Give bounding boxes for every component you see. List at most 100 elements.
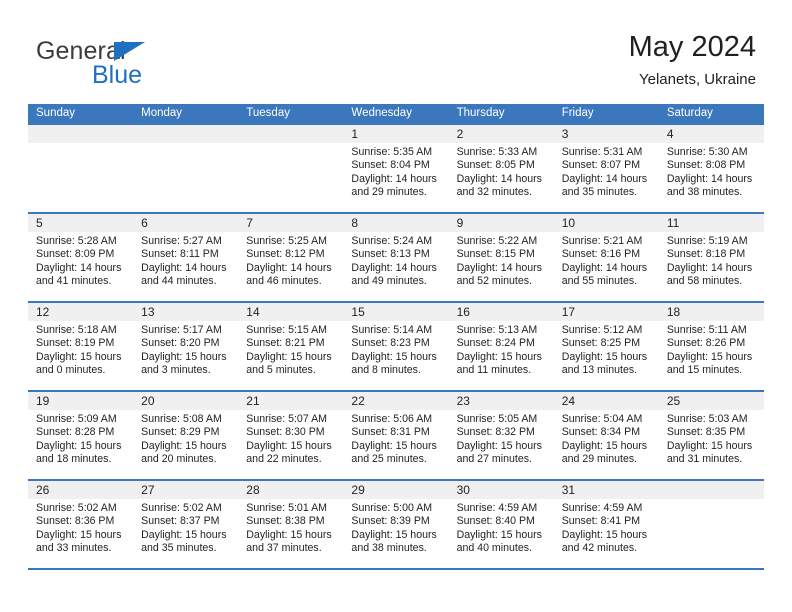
daylight-text-line2: and 8 minutes. [351, 363, 421, 376]
daylight-text-line1: Daylight: 15 hours [246, 528, 332, 541]
sunrise-text: Sunrise: 5:28 AM [36, 235, 117, 247]
calendar-day-cell[interactable]: 30 Sunrise: 4:59 AM Sunset: 8:40 PM Dayligh… [448, 479, 554, 570]
day-cell-details: Sunrise: 5:14 AM Sunset: 8:23 PM Daylight:… [343, 321, 448, 377]
daylight-text-line1: Daylight: 15 hours [456, 350, 542, 363]
day-cell-details: Sunrise: 5:08 AM Sunset: 8:29 PM Daylight:… [133, 410, 238, 466]
day-cell-inner: 3 Sunrise: 5:31 AM Sunset: 8:07 PM Daylight… [553, 125, 659, 212]
daylight-text-line2: and 52 minutes. [456, 274, 532, 287]
calendar-day-cell[interactable]: 27 Sunrise: 5:02 AM Sunset: 8:37 PM Dayligh… [133, 479, 239, 570]
day-cell-inner: 12 Sunrise: 5:18 AM Sunset: 8:19 PM Dayligh… [28, 303, 134, 390]
calendar-day-cell[interactable]: 23 Sunrise: 5:05 AM Sunset: 8:32 PM Dayligh… [448, 390, 554, 480]
day-cell-inner: 28 Sunrise: 5:01 AM Sunset: 8:38 PM Dayligh… [238, 481, 344, 568]
daylight-text-line1: Daylight: 14 hours [456, 172, 542, 185]
daylight-text-line2: and 32 minutes. [456, 185, 532, 198]
calendar-day-cell[interactable]: 3 Sunrise: 5:31 AM Sunset: 8:07 PM Daylight… [553, 123, 659, 213]
calendar-day-cell[interactable]: 29 Sunrise: 5:00 AM Sunset: 8:39 PM Dayligh… [343, 479, 449, 570]
day-number: 26 [28, 481, 134, 499]
sunset-text: Sunset: 8:07 PM [561, 159, 641, 172]
daylight-text-line1: Daylight: 15 hours [36, 350, 122, 363]
day-cell-inner: 9 Sunrise: 5:22 AM Sunset: 8:15 PM Daylight… [448, 214, 554, 301]
day-number [238, 125, 344, 143]
day-number: 14 [238, 303, 344, 321]
day-number: 8 [343, 214, 449, 232]
calendar-day-cell[interactable]: 8 Sunrise: 5:24 AM Sunset: 8:13 PM Daylight… [343, 212, 449, 302]
day-number: 1 [343, 125, 449, 143]
sunrise-text: Sunrise: 5:21 AM [561, 235, 643, 247]
calendar-day-cell[interactable]: 25 Sunrise: 5:03 AM Sunset: 8:35 PM Dayligh… [658, 390, 764, 480]
calendar-day-cell[interactable]: 19 Sunrise: 5:09 AM Sunset: 8:28 PM Dayligh… [28, 390, 134, 480]
daylight-text-line2: and 37 minutes. [246, 541, 322, 554]
calendar-day-cell[interactable]: 18 Sunrise: 5:11 AM Sunset: 8:26 PM Dayligh… [658, 301, 764, 391]
day-header-sunday: Sunday [28, 104, 134, 124]
day-cell-inner: 18 Sunrise: 5:11 AM Sunset: 8:26 PM Dayligh… [658, 303, 764, 390]
calendar-day-cell[interactable]: 21 Sunrise: 5:07 AM Sunset: 8:30 PM Dayligh… [238, 390, 344, 480]
day-cell-details: Sunrise: 5:03 AM Sunset: 8:35 PM Daylight:… [659, 410, 764, 466]
logo[interactable]: General Blue [36, 37, 276, 93]
calendar-day-cell[interactable]: 12 Sunrise: 5:18 AM Sunset: 8:19 PM Dayligh… [28, 301, 134, 391]
daylight-text-line1: Daylight: 14 hours [456, 261, 542, 274]
sunset-text: Sunset: 8:39 PM [351, 515, 430, 528]
calendar-day-cell[interactable]: 20 Sunrise: 5:08 AM Sunset: 8:29 PM Dayligh… [133, 390, 239, 480]
day-number: 10 [553, 214, 659, 232]
day-cell-inner: 14 Sunrise: 5:15 AM Sunset: 8:21 PM Dayligh… [238, 303, 344, 390]
day-number: 28 [238, 481, 344, 499]
daylight-text-line2: and 13 minutes. [561, 363, 638, 376]
calendar-day-cell[interactable]: 10 Sunrise: 5:21 AM Sunset: 8:16 PM Dayligh… [553, 212, 659, 302]
calendar-day-cell[interactable]: 5 Sunrise: 5:28 AM Sunset: 8:09 PM Daylight… [28, 212, 134, 302]
day-of-week-header-row: Sunday Monday Tuesday Wednesday Thursday… [28, 104, 764, 124]
day-cell-details: Sunrise: 5:35 AM Sunset: 8:04 PM Daylight:… [343, 143, 448, 199]
day-cell-details: Sunrise: 5:11 AM Sunset: 8:26 PM Daylight:… [659, 321, 764, 377]
day-cell-details: Sunrise: 5:25 AM Sunset: 8:12 PM Daylight:… [238, 232, 343, 288]
sunset-text: Sunset: 8:08 PM [666, 159, 746, 172]
calendar-day-cell[interactable]: 4 Sunrise: 5:30 AM Sunset: 8:08 PM Daylight… [658, 123, 764, 213]
calendar-day-cell[interactable]: 7 Sunrise: 5:25 AM Sunset: 8:12 PM Daylight… [238, 212, 344, 302]
day-cell-details: Sunrise: 5:27 AM Sunset: 8:11 PM Daylight:… [133, 232, 238, 288]
daylight-text-line1: Daylight: 15 hours [456, 439, 542, 452]
day-cell-inner: 20 Sunrise: 5:08 AM Sunset: 8:29 PM Dayligh… [133, 392, 239, 479]
calendar-body: 1 Sunrise: 5:35 AM Sunset: 8:04 PM Daylight… [28, 123, 764, 570]
daylight-text-line2: and 11 minutes. [456, 363, 532, 376]
calendar-day-cell[interactable]: 24 Sunrise: 5:04 AM Sunset: 8:34 PM Dayligh… [553, 390, 659, 480]
day-cell-inner: 7 Sunrise: 5:25 AM Sunset: 8:12 PM Daylight… [238, 214, 344, 301]
calendar-day-cell[interactable]: 31 Sunrise: 4:59 AM Sunset: 8:41 PM Dayligh… [553, 479, 659, 570]
sunset-text: Sunset: 8:25 PM [561, 337, 641, 350]
day-cell-details: Sunrise: 5:01 AM Sunset: 8:38 PM Daylight:… [238, 499, 343, 555]
day-cell-details: Sunrise: 5:07 AM Sunset: 8:30 PM Daylight:… [238, 410, 343, 466]
calendar-day-cell[interactable]: 26 Sunrise: 5:02 AM Sunset: 8:36 PM Dayligh… [28, 479, 134, 570]
calendar-day-cell[interactable]: 13 Sunrise: 5:17 AM Sunset: 8:20 PM Dayligh… [133, 301, 239, 391]
daylight-text-line2: and 41 minutes. [36, 274, 112, 287]
day-cell-inner: 29 Sunrise: 5:00 AM Sunset: 8:39 PM Dayligh… [343, 481, 449, 568]
daylight-text-line2: and 3 minutes. [141, 363, 211, 376]
calendar-day-cell[interactable]: 1 Sunrise: 5:35 AM Sunset: 8:04 PM Daylight… [343, 123, 449, 213]
calendar-day-cell[interactable]: 6 Sunrise: 5:27 AM Sunset: 8:11 PM Daylight… [133, 212, 239, 302]
calendar-day-cell[interactable]: 22 Sunrise: 5:06 AM Sunset: 8:31 PM Dayligh… [343, 390, 449, 480]
day-number: 21 [238, 392, 344, 410]
day-cell-details: Sunrise: 5:02 AM Sunset: 8:37 PM Daylight:… [133, 499, 238, 555]
calendar-day-cell[interactable]: 11 Sunrise: 5:19 AM Sunset: 8:18 PM Dayligh… [658, 212, 764, 302]
day-header-wednesday: Wednesday [343, 104, 449, 124]
calendar-day-cell[interactable]: 9 Sunrise: 5:22 AM Sunset: 8:15 PM Daylight… [448, 212, 554, 302]
calendar-day-cell[interactable]: 17 Sunrise: 5:12 AM Sunset: 8:25 PM Dayligh… [553, 301, 659, 391]
daylight-text-line1: Daylight: 14 hours [36, 261, 122, 274]
calendar-day-cell[interactable]: 16 Sunrise: 5:13 AM Sunset: 8:24 PM Dayligh… [448, 301, 554, 391]
sunrise-text: Sunrise: 5:03 AM [666, 413, 748, 425]
day-number: 15 [343, 303, 449, 321]
day-number: 25 [658, 392, 764, 410]
calendar-day-cell[interactable]: 28 Sunrise: 5:01 AM Sunset: 8:38 PM Dayligh… [238, 479, 344, 570]
day-cell-inner: 5 Sunrise: 5:28 AM Sunset: 8:09 PM Daylight… [28, 214, 134, 301]
daylight-text-line2: and 42 minutes. [561, 541, 638, 554]
day-cell-details: Sunrise: 5:22 AM Sunset: 8:15 PM Daylight:… [449, 232, 554, 288]
day-cell-inner [28, 125, 134, 212]
day-number: 31 [553, 481, 659, 499]
sunrise-text: Sunrise: 5:05 AM [456, 413, 538, 425]
calendar-week-row: 26 Sunrise: 5:02 AM Sunset: 8:36 PM Dayligh… [28, 479, 764, 570]
sunrise-text: Sunrise: 5:19 AM [666, 235, 748, 247]
day-number: 3 [553, 125, 659, 143]
calendar-day-cell[interactable]: 15 Sunrise: 5:14 AM Sunset: 8:23 PM Dayligh… [343, 301, 449, 391]
calendar-day-cell[interactable]: 2 Sunrise: 5:33 AM Sunset: 8:05 PM Daylight… [448, 123, 554, 213]
sunset-text: Sunset: 8:26 PM [666, 337, 746, 350]
sunrise-text: Sunrise: 5:18 AM [36, 324, 117, 336]
sunrise-text: Sunrise: 5:02 AM [36, 502, 117, 514]
daylight-text-line2: and 55 minutes. [561, 274, 638, 287]
calendar-day-cell[interactable]: 14 Sunrise: 5:15 AM Sunset: 8:21 PM Dayligh… [238, 301, 344, 391]
